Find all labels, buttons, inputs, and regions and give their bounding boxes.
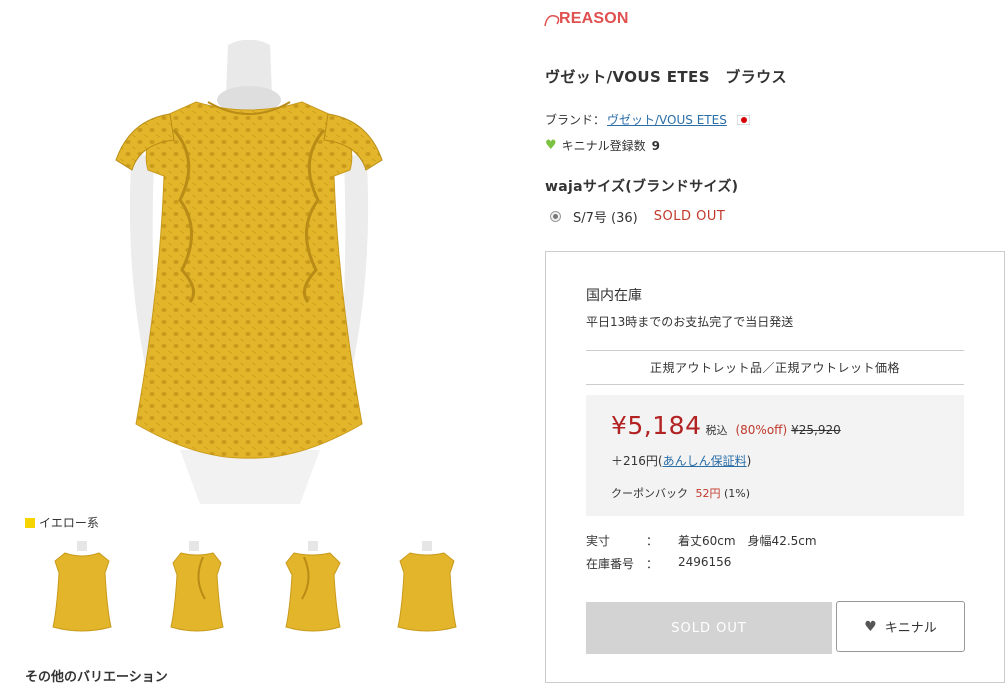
size-heading: wajaサイズ(ブランドサイズ) [545, 179, 739, 195]
guarantee-suffix: ) [746, 454, 752, 468]
brand-row: ブランド： ヴゼット/VOUS ETES [545, 111, 750, 128]
thumbnail-side[interactable] [163, 539, 229, 637]
spec-colon: ： [646, 534, 659, 548]
size-sold-out-label: SOLD OUT [653, 209, 726, 224]
spec-key: 実寸 [586, 534, 611, 548]
spec-key: 在庫番号 [586, 557, 635, 571]
heart-icon: ♥ [864, 618, 877, 635]
thumbnail-back[interactable] [394, 539, 460, 637]
divider [586, 350, 964, 351]
guarantee-prefix: ＋216円( [611, 454, 663, 468]
kininaru-button[interactable]: ♥ キニナル [836, 601, 965, 652]
shipping-note: 平日13時までのお支払完了で当日発送 [586, 315, 794, 329]
spec-value: 着丈60cm 身幅42.5cm [678, 534, 817, 548]
color-variant-label: イエロー系 [25, 514, 99, 531]
coupon-amount: 52円 [695, 487, 721, 500]
product-title: ヴゼット/VOUS ETES ブラウス [545, 68, 787, 86]
outlet-label: 正規アウトレット品／正規アウトレット価格 [649, 361, 900, 375]
guarantee-link[interactable]: あんしん保証料 [663, 454, 747, 468]
favorite-count: 9 [651, 138, 661, 153]
logo-swirl-icon [544, 14, 560, 27]
coupon-rate: (1%) [724, 487, 751, 500]
size-radio-button[interactable] [550, 211, 561, 222]
coupon-back: クーポンバック 52円 (1%) [611, 485, 750, 501]
shop-logo[interactable]: REASON [544, 10, 629, 28]
original-price: ¥25,920 [791, 423, 841, 437]
favorite-count-row: ♥ キニナル登録数 9 [545, 137, 660, 154]
spec-colon: ： [646, 557, 659, 571]
main-product-image[interactable] [110, 40, 388, 504]
tax-label: 税込 [705, 424, 728, 437]
spec-value: 2496156 [678, 555, 732, 569]
price-panel: ¥5,184 税込 (80%off) ¥25,920 ＋216円(あんしん保証料… [586, 395, 964, 516]
spec-row-stock-number: 在庫番号 ： 2496156 [586, 555, 731, 572]
spec-row-measurement: 実寸 ： 着丈60cm 身幅42.5cm [586, 532, 817, 549]
guarantee-fee: ＋216円(あんしん保証料) [611, 452, 751, 469]
yellow-swatch-icon [25, 517, 35, 528]
sale-price: ¥5,184 [611, 411, 702, 440]
size-option-label: S/7号 (36) [573, 211, 638, 226]
brand-label: ブランド： [545, 113, 606, 127]
other-variations-heading: その他のバリエーション [25, 670, 168, 685]
purchase-box: 国内在庫 平日13時までのお支払完了で当日発送 正規アウトレット品／正規アウトレ… [545, 251, 1005, 683]
divider [586, 384, 964, 385]
discount-rate: (80%off) [735, 423, 788, 437]
price-row: ¥5,184 税込 (80%off) ¥25,920 [611, 411, 841, 440]
favorite-label: キニナル登録数 [561, 139, 646, 153]
sold-out-button[interactable]: SOLD OUT [586, 602, 832, 654]
brand-link[interactable]: ヴゼット/VOUS ETES [607, 111, 727, 128]
kininaru-label: キニナル [884, 621, 937, 636]
logo-text: REASON [559, 10, 629, 27]
size-option[interactable]: S/7号 (36) SOLD OUT [550, 207, 725, 226]
thumbnail-front[interactable] [49, 539, 115, 637]
coupon-label: クーポンバック [611, 487, 688, 500]
stock-title: 国内在庫 [586, 288, 642, 304]
green-heart-icon: ♥ [545, 138, 557, 153]
color-name: イエロー系 [39, 516, 99, 530]
thumbnail-side-2[interactable] [280, 539, 346, 637]
japan-flag-icon [736, 114, 750, 125]
